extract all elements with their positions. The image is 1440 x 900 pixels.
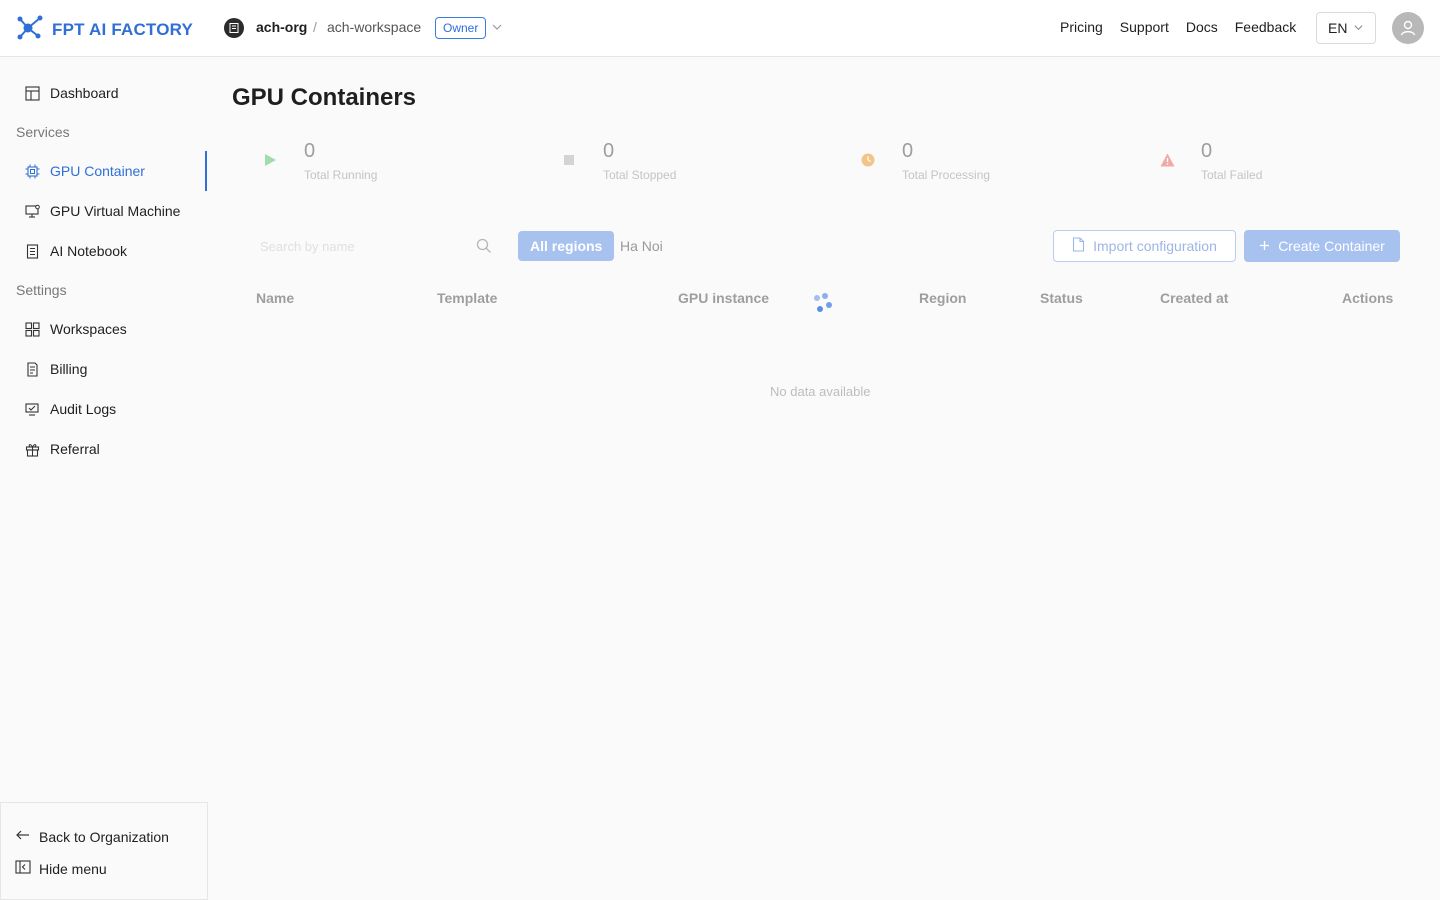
logo-icon xyxy=(16,14,44,45)
column-header-region[interactable]: Region xyxy=(919,290,966,306)
stat-label: Total Stopped xyxy=(603,168,677,182)
file-icon xyxy=(1072,237,1085,255)
chip-icon xyxy=(24,163,40,179)
chevron-down-icon xyxy=(1353,20,1364,36)
monitor-icon xyxy=(24,203,40,219)
stat-value: 0 xyxy=(603,140,615,162)
page-title: GPU Containers xyxy=(232,84,417,111)
warning-icon xyxy=(1159,152,1175,168)
user-avatar[interactable] xyxy=(1392,12,1424,44)
sidebar-item-label: GPU Container xyxy=(50,163,145,179)
arrow-left-icon xyxy=(15,827,31,846)
plus-icon xyxy=(1259,238,1270,254)
language-select[interactable]: EN xyxy=(1316,12,1376,44)
sidebar-item-workspaces[interactable]: Workspaces xyxy=(16,309,208,349)
sidebar-item-label: AI Notebook xyxy=(50,243,128,259)
back-label: Back to Organization xyxy=(39,828,169,845)
nav-pricing-link[interactable]: Pricing xyxy=(1060,19,1103,35)
create-container-button[interactable]: Create Container xyxy=(1244,230,1400,262)
loading-spinner-icon xyxy=(812,293,836,315)
clock-icon xyxy=(860,152,876,168)
sidebar-item-gpu-container[interactable]: GPU Container xyxy=(16,151,208,191)
sidebar-item-gpu-virtual-machine[interactable]: GPU Virtual Machine xyxy=(16,191,208,231)
column-header-actions: Actions xyxy=(1342,290,1394,306)
stat-value: 0 xyxy=(304,140,316,162)
breadcrumb-org[interactable]: ach-org xyxy=(256,19,307,35)
hide-menu-button[interactable]: Hide menu xyxy=(15,859,107,878)
import-button-label: Import configuration xyxy=(1093,238,1217,254)
sidebar-item-billing[interactable]: Billing xyxy=(16,349,208,389)
language-value: EN xyxy=(1328,20,1348,36)
dashboard-icon xyxy=(24,85,40,101)
role-badge: Owner xyxy=(435,17,487,39)
sidebar-item-label: Referral xyxy=(50,441,100,457)
nav-feedback-link[interactable]: Feedback xyxy=(1235,19,1296,35)
column-header-status[interactable]: Status xyxy=(1040,290,1083,306)
gift-icon xyxy=(24,441,40,457)
sidebar-item-ai-notebook[interactable]: AI Notebook xyxy=(16,231,208,271)
region-filter-ha-noi[interactable]: Ha Noi xyxy=(620,238,663,254)
create-button-label: Create Container xyxy=(1278,238,1385,254)
logo[interactable]: FPT AI FACTORY xyxy=(16,14,193,45)
nav-docs-link[interactable]: Docs xyxy=(1186,19,1218,35)
column-header-name[interactable]: Name xyxy=(256,290,294,306)
sidebar-item-label: GPU Virtual Machine xyxy=(50,203,181,219)
search-box xyxy=(248,230,504,262)
stat-label: Total Running xyxy=(304,168,378,182)
sidebar: Dashboard Services GPU Container GPU Vir… xyxy=(0,57,208,900)
back-to-organization-button[interactable]: Back to Organization xyxy=(15,827,169,846)
empty-state-text: No data available xyxy=(770,384,871,399)
nav-support-link[interactable]: Support xyxy=(1120,19,1169,35)
sidebar-item-label: Audit Logs xyxy=(50,401,117,417)
billing-icon xyxy=(24,361,40,377)
workspaces-icon xyxy=(24,321,40,337)
notebook-icon xyxy=(24,243,40,259)
top-header: FPT AI FACTORY ach-org / ach-workspace O… xyxy=(0,0,1440,57)
column-header-gpu-instance[interactable]: GPU instance xyxy=(678,290,769,306)
audit-log-icon xyxy=(24,401,40,417)
organization-icon xyxy=(224,18,244,38)
stop-icon xyxy=(561,152,577,168)
breadcrumb-workspace[interactable]: ach-workspace xyxy=(327,19,421,35)
sidebar-footer: Back to Organization Hide menu xyxy=(0,802,208,900)
sidebar-item-referral[interactable]: Referral xyxy=(16,429,208,469)
stat-label: Total Processing xyxy=(902,168,991,182)
sidebar-group-services: Services xyxy=(16,124,70,140)
search-icon[interactable] xyxy=(476,238,492,259)
play-icon xyxy=(262,152,278,168)
column-header-template[interactable]: Template xyxy=(437,290,497,306)
sidebar-group-settings: Settings xyxy=(16,282,67,298)
top-nav: Pricing Support Docs Feedback xyxy=(1060,19,1296,35)
region-filter-all[interactable]: All regions xyxy=(518,231,615,261)
logo-text: FPT AI FACTORY xyxy=(52,19,194,39)
stat-value: 0 xyxy=(1201,140,1213,162)
import-configuration-button[interactable]: Import configuration xyxy=(1053,230,1236,262)
search-input[interactable] xyxy=(260,238,470,254)
sidebar-item-audit-logs[interactable]: Audit Logs xyxy=(16,389,208,429)
column-header-created-at[interactable]: Created at xyxy=(1160,290,1228,306)
sidebar-item-label: Dashboard xyxy=(50,85,119,101)
sidebar-item-label: Workspaces xyxy=(50,321,127,337)
stat-value: 0 xyxy=(902,140,914,162)
workspace-chevron-down-icon[interactable] xyxy=(491,20,503,38)
breadcrumb-separator: / xyxy=(313,19,317,35)
sidebar-item-label: Billing xyxy=(50,361,88,377)
hide-label: Hide menu xyxy=(39,860,107,877)
stat-label: Total Failed xyxy=(1201,168,1263,182)
collapse-menu-icon xyxy=(15,859,31,878)
sidebar-item-dashboard[interactable]: Dashboard xyxy=(16,73,208,113)
